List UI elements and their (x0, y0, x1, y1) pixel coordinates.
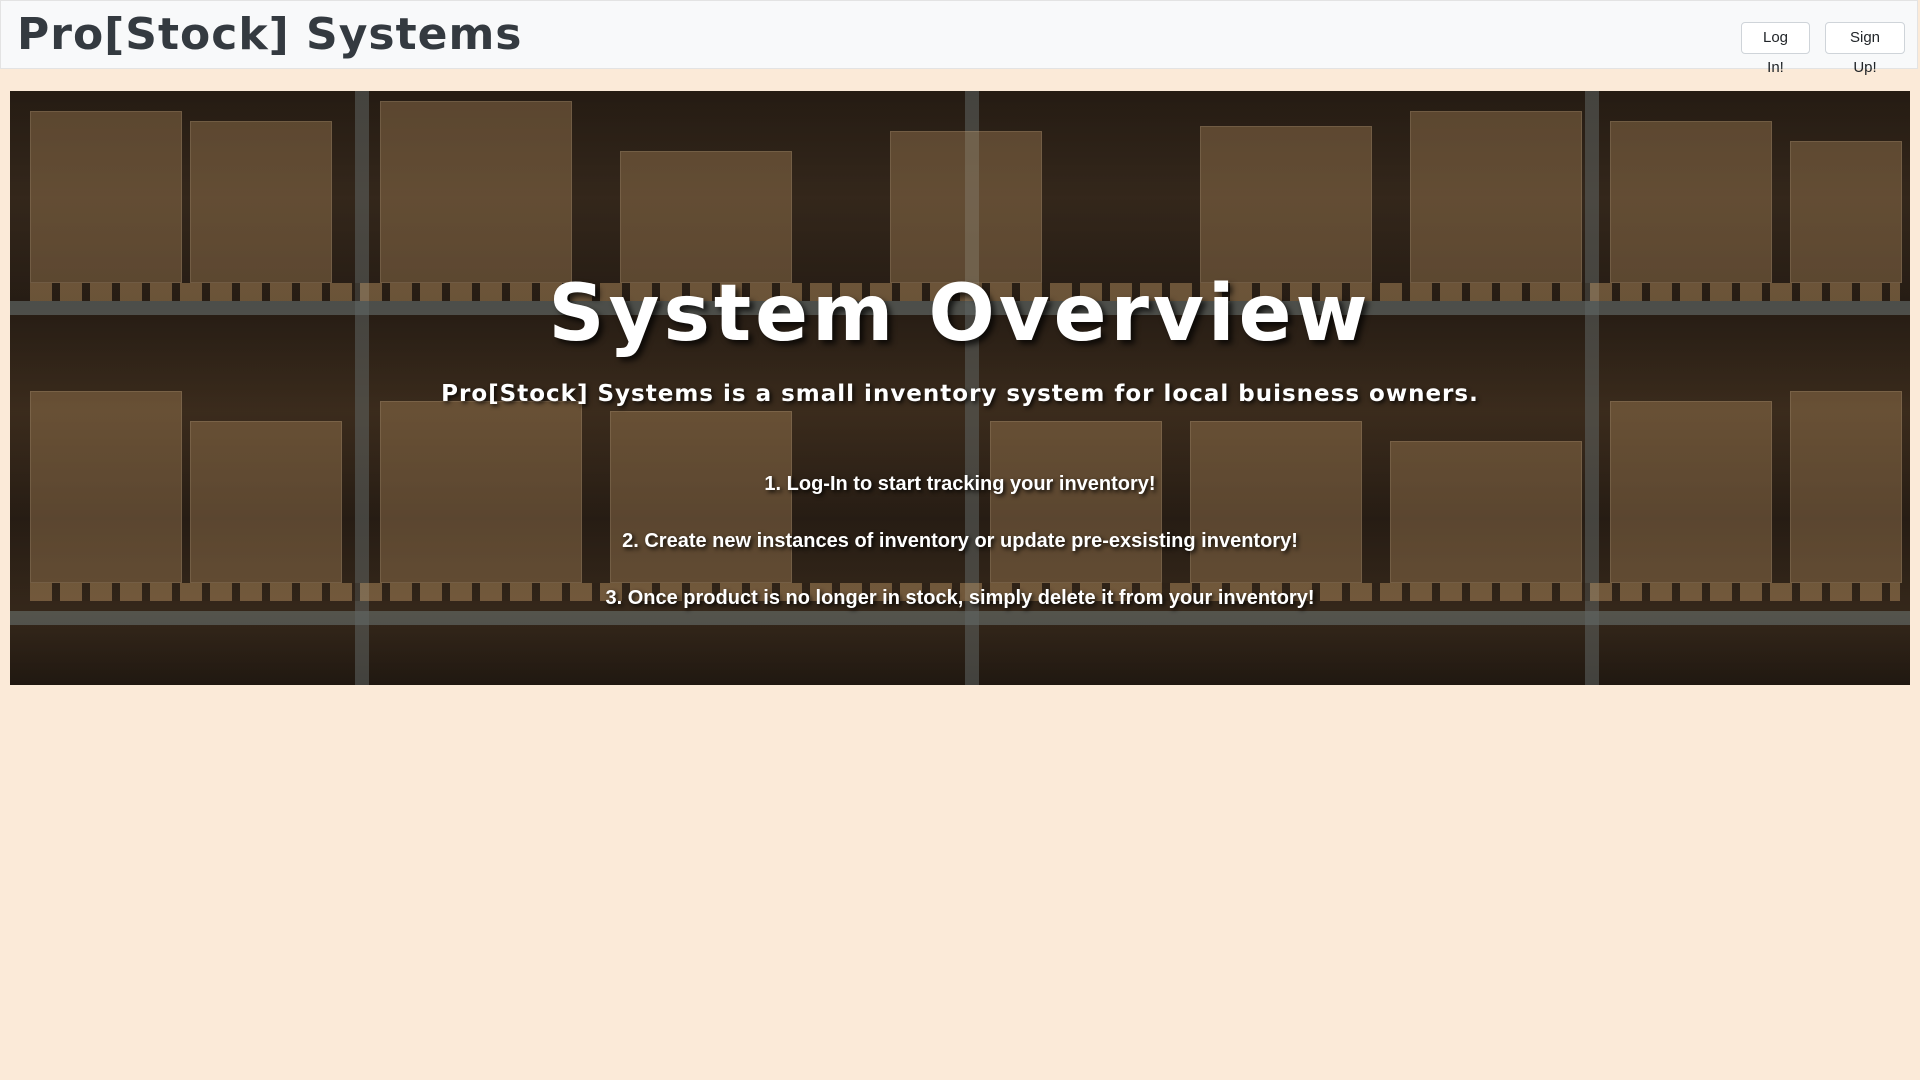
box (380, 101, 572, 283)
hero-subtitle: Pro[Stock] Systems is a small inventory … (441, 381, 1479, 407)
step-item: 3. Once product is no longer in stock, s… (605, 587, 1315, 609)
box (190, 121, 332, 283)
brand-logo-text[interactable]: Pro[Stock] Systems (17, 10, 522, 59)
hero-title: System Overview (548, 269, 1372, 359)
box (1390, 441, 1582, 583)
step-item: 1. Log-In to start tracking your invento… (764, 473, 1156, 495)
box (1190, 421, 1362, 583)
hero-banner: System Overview Pro[Stock] Systems is a … (10, 91, 1910, 685)
box (1610, 121, 1772, 283)
box (30, 111, 182, 283)
top-navbar: Pro[Stock] Systems Log In! Sign Up! (0, 0, 1918, 76)
box (610, 411, 792, 583)
box (1790, 141, 1902, 283)
step-item: 2. Create new instances of inventory or … (622, 530, 1298, 552)
box (1200, 126, 1372, 283)
signup-button[interactable]: Sign Up! (1825, 22, 1905, 76)
box (1410, 111, 1582, 283)
box (990, 421, 1162, 583)
box (620, 151, 792, 283)
rack-shelf (10, 611, 1910, 625)
box (890, 131, 1042, 283)
box (190, 421, 342, 583)
login-button[interactable]: Log In! (1741, 22, 1810, 76)
